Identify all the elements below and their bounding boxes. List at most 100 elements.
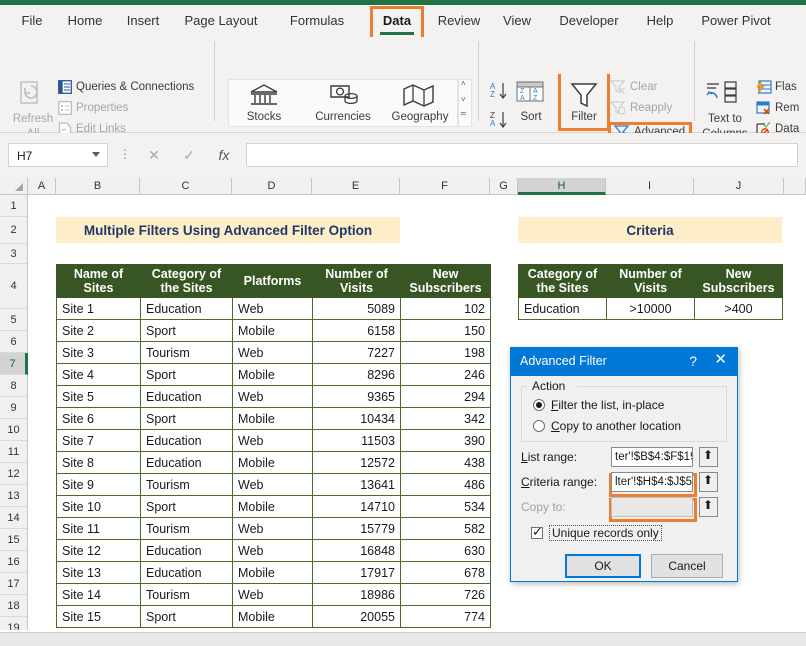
row-header-18[interactable]: 18 — [0, 595, 28, 617]
table-cell[interactable]: Web — [232, 385, 313, 408]
insert-function-icon[interactable]: fx — [210, 145, 238, 165]
tab-page-layout[interactable]: Page Layout — [175, 5, 267, 37]
list-range-picker-button[interactable] — [699, 447, 718, 467]
clear-label[interactable]: Clear — [630, 81, 657, 93]
table-cell[interactable]: 18986 — [312, 583, 401, 606]
table-cell[interactable]: 7227 — [312, 341, 401, 364]
table-cell[interactable]: 438 — [400, 451, 491, 474]
table-cell[interactable]: Site 10 — [56, 495, 141, 518]
radio-copy-to-location-dot[interactable] — [533, 420, 545, 432]
remove-duplicates-icon[interactable] — [756, 101, 772, 116]
criteria-range-input[interactable]: lter'!$H$4:$J$5 — [611, 472, 693, 492]
tab-view[interactable]: View — [496, 5, 538, 37]
radio-filter-in-place[interactable]: Filter the list, in-place — [533, 398, 664, 412]
gallery-more-icon[interactable]: ≂ — [460, 109, 467, 118]
column-header-d[interactable]: D — [232, 178, 312, 195]
radio-filter-in-place-dot[interactable] — [533, 399, 545, 411]
cancel-button[interactable]: Cancel — [651, 554, 723, 578]
copy-to-picker-button[interactable] — [699, 497, 718, 517]
table-cell[interactable]: 16848 — [312, 539, 401, 562]
col-header-platforms[interactable]: Platforms — [232, 264, 313, 298]
column-header-f[interactable]: F — [400, 178, 490, 195]
col-header-name-of-sites[interactable]: Name of Sites — [56, 264, 141, 298]
text-to-columns-label-line1[interactable]: Text to — [698, 113, 752, 125]
dialog-title-bar[interactable]: Advanced Filter ? ✕ — [511, 348, 737, 376]
help-icon[interactable]: ? — [689, 353, 697, 369]
formula-input[interactable] — [246, 143, 798, 167]
unique-records-checkbox[interactable] — [531, 524, 543, 540]
table-cell[interactable]: 5089 — [312, 297, 401, 320]
column-header-c[interactable]: C — [140, 178, 232, 195]
table-cell[interactable]: 6158 — [312, 319, 401, 342]
text-to-columns-icon[interactable] — [706, 81, 740, 109]
table-cell[interactable]: 486 — [400, 473, 491, 496]
table-cell[interactable]: 534 — [400, 495, 491, 518]
table-cell[interactable]: Site 15 — [56, 605, 141, 628]
tab-insert[interactable]: Insert — [118, 5, 168, 37]
gallery-scroll-up-icon[interactable]: ˄ — [461, 79, 466, 88]
reapply-label[interactable]: Reapply — [630, 102, 672, 114]
radio-copy-to-location[interactable]: Copy to another location — [533, 419, 681, 433]
table-cell[interactable]: Web — [232, 429, 313, 452]
table-cell[interactable]: 198 — [400, 341, 491, 364]
table-cell[interactable]: Tourism — [140, 341, 233, 364]
table-cell[interactable]: Site 7 — [56, 429, 141, 452]
cancel-entry-icon[interactable]: ✕ — [140, 145, 168, 165]
table-cell[interactable]: 150 — [400, 319, 491, 342]
table-cell[interactable]: 9365 — [312, 385, 401, 408]
row-header-19[interactable]: 19 — [0, 617, 28, 630]
refresh-all-label-line1[interactable]: Refresh — [10, 113, 56, 125]
row-header-13[interactable]: 13 — [0, 485, 28, 507]
row-header-2[interactable]: 2 — [0, 217, 28, 244]
flash-fill-label[interactable]: Flas — [775, 81, 797, 93]
column-header-k[interactable] — [784, 178, 806, 195]
table-cell[interactable]: 630 — [400, 539, 491, 562]
row-header-4[interactable]: 4 — [0, 264, 28, 309]
table-cell[interactable]: Mobile — [232, 407, 313, 430]
table-cell[interactable]: Mobile — [232, 363, 313, 386]
tab-developer[interactable]: Developer — [548, 5, 630, 37]
column-header-e[interactable]: E — [312, 178, 400, 195]
table-cell[interactable]: Sport — [140, 363, 233, 386]
table-cell[interactable]: Web — [232, 341, 313, 364]
criteria-range-picker-button[interactable] — [699, 472, 718, 492]
table-cell[interactable]: Site 4 — [56, 363, 141, 386]
stocks-label[interactable]: Stocks — [240, 111, 288, 123]
table-cell[interactable]: Site 6 — [56, 407, 141, 430]
row-header-5[interactable]: 5 — [0, 309, 28, 331]
row-header-17[interactable]: 17 — [0, 573, 28, 595]
row-header-9[interactable]: 9 — [0, 397, 28, 419]
sort-label[interactable]: Sort — [516, 111, 546, 123]
column-header-a[interactable]: A — [28, 178, 56, 195]
table-cell[interactable]: 390 — [400, 429, 491, 452]
table-cell[interactable]: Sport — [140, 605, 233, 628]
properties-label[interactable]: Properties — [76, 102, 128, 114]
select-all-corner[interactable] — [0, 178, 28, 195]
currencies-icon[interactable] — [328, 83, 360, 109]
flash-fill-icon[interactable] — [756, 80, 772, 95]
table-cell[interactable]: 678 — [400, 561, 491, 584]
sort-icon[interactable]: Z A A Z — [516, 81, 544, 107]
table-cell[interactable]: Tourism — [140, 517, 233, 540]
table-cell[interactable]: Education — [140, 429, 233, 452]
table-cell[interactable]: Web — [232, 517, 313, 540]
table-cell[interactable]: Web — [232, 473, 313, 496]
column-header-g[interactable]: G — [490, 178, 518, 195]
table-cell[interactable]: Mobile — [232, 451, 313, 474]
tab-power-pivot[interactable]: Power Pivot — [690, 5, 782, 37]
table-cell[interactable]: 10434 — [312, 407, 401, 430]
table-cell[interactable]: Sport — [140, 495, 233, 518]
table-cell[interactable]: 14710 — [312, 495, 401, 518]
criteria-cell[interactable]: Education — [518, 297, 607, 320]
col-header-category[interactable]: Category of the Sites — [140, 264, 233, 298]
table-cell[interactable]: Web — [232, 297, 313, 320]
row-header-10[interactable]: 10 — [0, 419, 28, 441]
row-header-8[interactable]: 8 — [0, 375, 28, 397]
table-cell[interactable]: 294 — [400, 385, 491, 408]
table-cell[interactable]: Site 14 — [56, 583, 141, 606]
currencies-label[interactable]: Currencies — [308, 111, 378, 123]
criteria-col-header-category[interactable]: Category of the Sites — [518, 264, 607, 298]
row-header-14[interactable]: 14 — [0, 507, 28, 529]
criteria-cell[interactable]: >400 — [694, 297, 783, 320]
table-cell[interactable]: 774 — [400, 605, 491, 628]
